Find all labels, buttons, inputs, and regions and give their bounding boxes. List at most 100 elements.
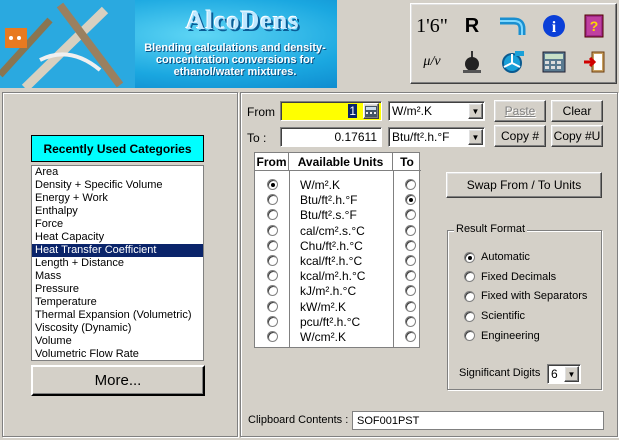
clear-button[interactable]: Clear: [551, 100, 603, 122]
category-item[interactable]: Thermal Expansion (Volumetric): [32, 309, 203, 322]
to-unit-radio[interactable]: [405, 270, 416, 282]
to-unit-radio[interactable]: [405, 209, 416, 221]
category-item[interactable]: Length + Distance: [32, 257, 203, 270]
unit-row: Chu/ft².h.°C: [255, 238, 421, 254]
category-item[interactable]: Volumetric Flow Rate: [32, 348, 203, 360]
to-unit-radio[interactable]: [405, 179, 416, 190]
more-categories-button[interactable]: More...: [31, 365, 205, 396]
pipe-flow-button[interactable]: [495, 10, 529, 42]
category-item[interactable]: Pressure: [32, 283, 203, 296]
result-format-label: Scientific: [481, 310, 526, 323]
result-format-radio[interactable]: [464, 290, 475, 302]
result-format-option[interactable]: Scientific: [464, 308, 525, 324]
to-unit-radio[interactable]: [405, 285, 416, 297]
unit-name: Btu/ft².s.°F: [300, 208, 357, 223]
result-format-option[interactable]: Fixed Decimals: [464, 269, 556, 285]
exit-button[interactable]: [577, 46, 611, 78]
category-item[interactable]: Force: [32, 218, 203, 231]
category-item[interactable]: Mass: [32, 270, 203, 283]
from-unit-radio[interactable]: [267, 194, 278, 206]
category-item[interactable]: Viscosity (Dynamic): [32, 322, 203, 335]
result-format-option[interactable]: Fixed with Separators: [464, 288, 587, 304]
svg-text:?: ?: [590, 18, 599, 34]
gas-constant-button[interactable]: R: [455, 10, 489, 42]
category-item[interactable]: Energy + Work: [32, 192, 203, 205]
paste-button[interactable]: Paste: [494, 100, 546, 122]
to-unit-radio[interactable]: [405, 239, 416, 251]
unit-name: kW/m².K: [300, 299, 346, 314]
calculator-icon: [365, 105, 377, 117]
category-item[interactable]: Volume: [32, 335, 203, 348]
chevron-down-icon[interactable]: ▼: [564, 366, 579, 382]
from-unit-radio[interactable]: [267, 255, 278, 266]
to-unit-select[interactable]: Btu/ft².h.°F ▼: [388, 127, 485, 147]
category-item[interactable]: Area: [32, 166, 203, 179]
significant-digits-select[interactable]: 6 ▼: [547, 364, 581, 384]
significant-digits-label: Significant Digits: [459, 367, 541, 379]
category-item[interactable]: Temperature: [32, 296, 203, 309]
result-format-radio[interactable]: [464, 251, 475, 263]
from-value-input[interactable]: 1: [280, 101, 382, 121]
toolbar: 1'6" R i ? μ/ν: [410, 3, 617, 84]
chevron-down-icon[interactable]: ▼: [468, 103, 483, 119]
calculator-button[interactable]: [537, 46, 571, 78]
category-item[interactable]: Enthalpy: [32, 205, 203, 218]
unit-row: Btu/ft².s.°F: [255, 207, 421, 223]
help-book-icon: ?: [584, 14, 604, 38]
swap-units-button[interactable]: Swap From / To Units: [446, 172, 602, 198]
info-button[interactable]: i: [537, 10, 571, 42]
result-format-radio[interactable]: [464, 330, 475, 342]
unit-row: cal/cm².s.°C: [255, 223, 421, 239]
from-unit-radio[interactable]: [267, 239, 278, 251]
recent-categories-header: Recently Used Categories: [31, 135, 204, 162]
unit-row: kcal/m².h.°C: [255, 268, 421, 284]
svg-text:i: i: [552, 19, 557, 36]
copy-number-button[interactable]: Copy #: [494, 125, 546, 147]
to-unit-radio[interactable]: [405, 224, 416, 236]
unit-name: kcal/ft².h.°C: [300, 254, 363, 268]
keypad-button[interactable]: [363, 103, 379, 119]
category-item[interactable]: Heat Capacity: [32, 231, 203, 244]
from-unit-radio[interactable]: [267, 270, 278, 282]
unit-row: W/m².K: [255, 177, 421, 193]
to-value-output[interactable]: 0.17611: [280, 127, 382, 147]
chevron-down-icon[interactable]: ▼: [468, 129, 483, 145]
to-unit-radio[interactable]: [405, 331, 416, 342]
viscosity-button[interactable]: μ/ν: [415, 46, 449, 78]
categories-list[interactable]: Area Density + Specific Volume Energy + Wo…: [31, 165, 204, 361]
result-format-radio[interactable]: [464, 310, 475, 322]
clipboard-label: Clipboard Contents :: [248, 414, 349, 426]
from-column-header: From: [255, 153, 289, 171]
units-column-header: Available Units: [289, 153, 393, 171]
pipe-icon: [500, 17, 526, 35]
from-unit-radio[interactable]: [267, 315, 278, 327]
units-table: From Available Units To W/m².K Btu/ft².h.…: [254, 152, 421, 348]
weight-button[interactable]: [455, 46, 489, 78]
unit-name: Chu/ft².h.°C: [300, 238, 363, 253]
to-unit-radio[interactable]: [405, 300, 416, 312]
copy-number-unit-button[interactable]: Copy #U: [551, 125, 603, 147]
to-unit-radio[interactable]: [405, 315, 416, 327]
unit-row: kcal/ft².h.°C: [255, 253, 421, 269]
from-unit-radio[interactable]: [267, 209, 278, 221]
from-unit-radio[interactable]: [267, 224, 278, 236]
unit-name: kJ/m².h.°C: [300, 284, 357, 299]
category-item[interactable]: Heat Transfer Coefficient: [32, 244, 203, 257]
category-item[interactable]: Density + Specific Volume: [32, 179, 203, 192]
result-format-option[interactable]: Automatic: [464, 249, 530, 265]
from-unit-radio[interactable]: [267, 300, 278, 312]
unit-name: kcal/m².h.°C: [300, 269, 366, 284]
from-unit-select[interactable]: W/m².K ▼: [388, 101, 485, 121]
from-label: From: [247, 105, 275, 119]
from-unit-radio[interactable]: [267, 179, 278, 190]
result-format-option[interactable]: Engineering: [464, 328, 540, 344]
from-unit-radio[interactable]: [267, 331, 278, 342]
length-units-button[interactable]: 1'6": [415, 10, 449, 42]
to-unit-radio[interactable]: [405, 255, 416, 266]
help-book-button[interactable]: ?: [577, 10, 611, 42]
result-format-label: Fixed with Separators: [481, 290, 588, 303]
to-unit-radio[interactable]: [405, 194, 416, 206]
pump-button[interactable]: [495, 46, 529, 78]
from-unit-radio[interactable]: [267, 285, 278, 297]
result-format-radio[interactable]: [464, 271, 475, 283]
